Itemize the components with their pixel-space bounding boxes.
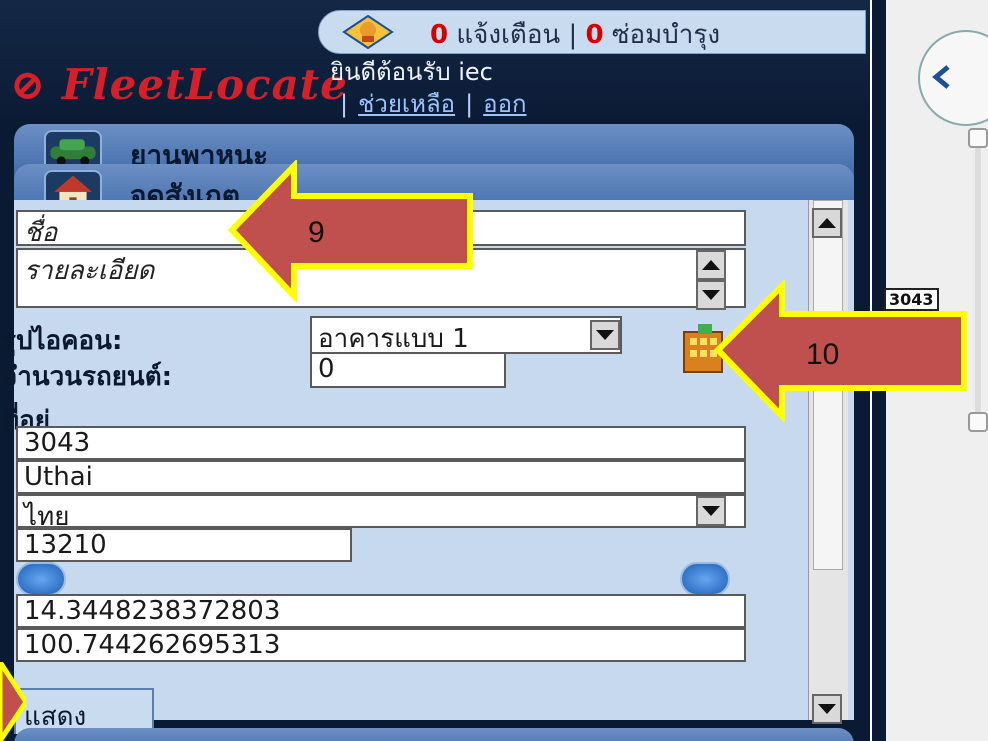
annotation-arrow-9	[227, 160, 473, 302]
country-select[interactable]: ไทย	[16, 494, 746, 528]
alert-link[interactable]: แจ้งเตือน	[456, 20, 560, 50]
postal-code-input[interactable]: 13210	[16, 528, 352, 562]
zoom-in-button[interactable]	[968, 128, 988, 148]
zoom-out-button[interactable]	[968, 412, 988, 432]
description-scroll-up[interactable]	[696, 250, 726, 280]
header-links: | ช่วยเหลือ | ออก	[330, 84, 527, 123]
longitude-input[interactable]: 100.744262695313	[16, 628, 746, 662]
vehicle-count-label: จำนวนรถยนต์:	[2, 362, 172, 392]
fleetlocate-logo: ⊘ FleetLocate	[10, 60, 348, 109]
icon-select[interactable]: อาคารแบบ 1	[310, 316, 622, 354]
icon-select-dropdown[interactable]	[590, 320, 620, 350]
refresh-left-icon[interactable]	[16, 562, 66, 596]
link-separator: |	[340, 90, 349, 118]
alert-count[interactable]: 0	[430, 20, 448, 50]
annotation-arrow-10	[713, 280, 967, 422]
screenshot: 0 แจ้งเตือน | 0 ซ่อมบำรุง ⊘ FleetLocate …	[0, 0, 988, 741]
help-link[interactable]: ช่วยเหลือ	[358, 90, 455, 118]
city-input[interactable]: Uthai	[16, 460, 746, 494]
country-dropdown[interactable]	[696, 496, 726, 526]
chevron-left-icon[interactable]	[928, 62, 958, 92]
form-scrollbar[interactable]	[808, 200, 848, 720]
address-line-input[interactable]: 3043	[16, 426, 746, 460]
vehicle-count-input[interactable]: 0	[310, 352, 506, 388]
form-scroll-down[interactable]	[812, 694, 842, 724]
form-scroll-up[interactable]	[812, 208, 842, 238]
latitude-input[interactable]: 14.3448238372803	[16, 594, 746, 628]
bell-icon[interactable]	[340, 14, 396, 50]
annotation-arrow-partial	[0, 662, 26, 741]
section-next[interactable]	[14, 728, 854, 741]
link-separator: |	[465, 90, 474, 118]
zoom-slider[interactable]	[975, 148, 981, 412]
maintenance-count[interactable]: 0	[586, 20, 604, 50]
annotation-label-9: 9	[308, 216, 325, 249]
refresh-right-icon[interactable]	[680, 562, 730, 596]
maintenance-link[interactable]: ซ่อมบำรุง	[612, 20, 720, 50]
alert-summary: 0 แจ้งเตือน | 0 ซ่อมบำรุง	[430, 14, 720, 55]
logout-link[interactable]: ออก	[483, 90, 526, 118]
icon-label: รูปไอคอน:	[2, 326, 123, 356]
annotation-label-10: 10	[806, 338, 840, 371]
alert-separator: |	[568, 20, 578, 50]
